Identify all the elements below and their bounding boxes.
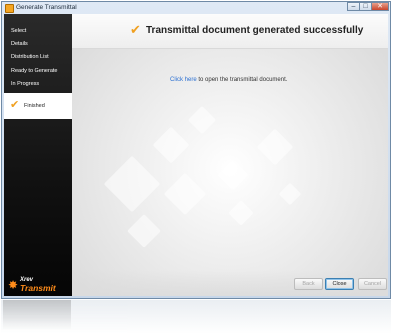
close-button[interactable]: Close — [325, 278, 354, 290]
open-document-line: Click here to open the transmittal docum… — [170, 77, 287, 83]
step-ready-to-generate: Ready to Generate — [11, 68, 58, 74]
background-decoration — [217, 159, 249, 191]
close-window-button[interactable]: ✕ — [371, 2, 389, 11]
sidebar-reflection — [3, 300, 71, 330]
back-button[interactable]: Back — [294, 278, 323, 290]
generate-transmittal-window: Generate Transmittal – □ ✕ Select Detail… — [1, 1, 391, 299]
step-details: Details — [11, 41, 28, 47]
xrev-transmit-logo: ✸ Xrev Transmit — [8, 277, 70, 293]
step-in-progress: In Progress — [11, 81, 40, 87]
window-title: Generate Transmittal — [16, 4, 77, 11]
background-decoration — [127, 214, 161, 248]
logo-text-transmit: Transmit — [20, 283, 56, 293]
checkmark-icon: ✔ — [10, 99, 20, 111]
cancel-button[interactable]: Cancel — [358, 278, 387, 290]
step-finished-label: Finished — [24, 103, 45, 109]
step-select: Select — [11, 28, 27, 34]
background-decoration — [152, 126, 190, 164]
open-document-link[interactable]: Click here — [170, 77, 197, 83]
background-decoration — [256, 128, 294, 166]
background-decoration — [163, 172, 207, 216]
background-decoration — [278, 182, 302, 206]
app-icon — [5, 4, 14, 13]
title-bar: Generate Transmittal – □ ✕ — [2, 2, 390, 14]
main-panel: ✔ Transmittal document generated success… — [72, 14, 388, 296]
background-decoration — [187, 105, 217, 135]
button-bar: Back Close Cancel — [72, 270, 388, 296]
success-checkmark-icon: ✔ — [130, 22, 141, 37]
dialog-client-area: Select Details Distribution List Ready t… — [4, 14, 388, 296]
wizard-steps-sidebar: Select Details Distribution List Ready t… — [4, 14, 72, 296]
background-decoration — [103, 155, 161, 213]
page-title: Transmittal document generated successfu… — [146, 25, 364, 36]
step-distribution-list: Distribution List — [11, 54, 49, 60]
window-reflection — [1, 300, 391, 334]
background-decoration — [228, 200, 254, 226]
step-finished: ✔ Finished — [4, 93, 72, 119]
page-header: ✔ Transmittal document generated success… — [72, 14, 388, 49]
open-document-text: to open the transmittal document. — [196, 77, 288, 83]
logo-mark-icon: ✸ — [8, 278, 19, 292]
